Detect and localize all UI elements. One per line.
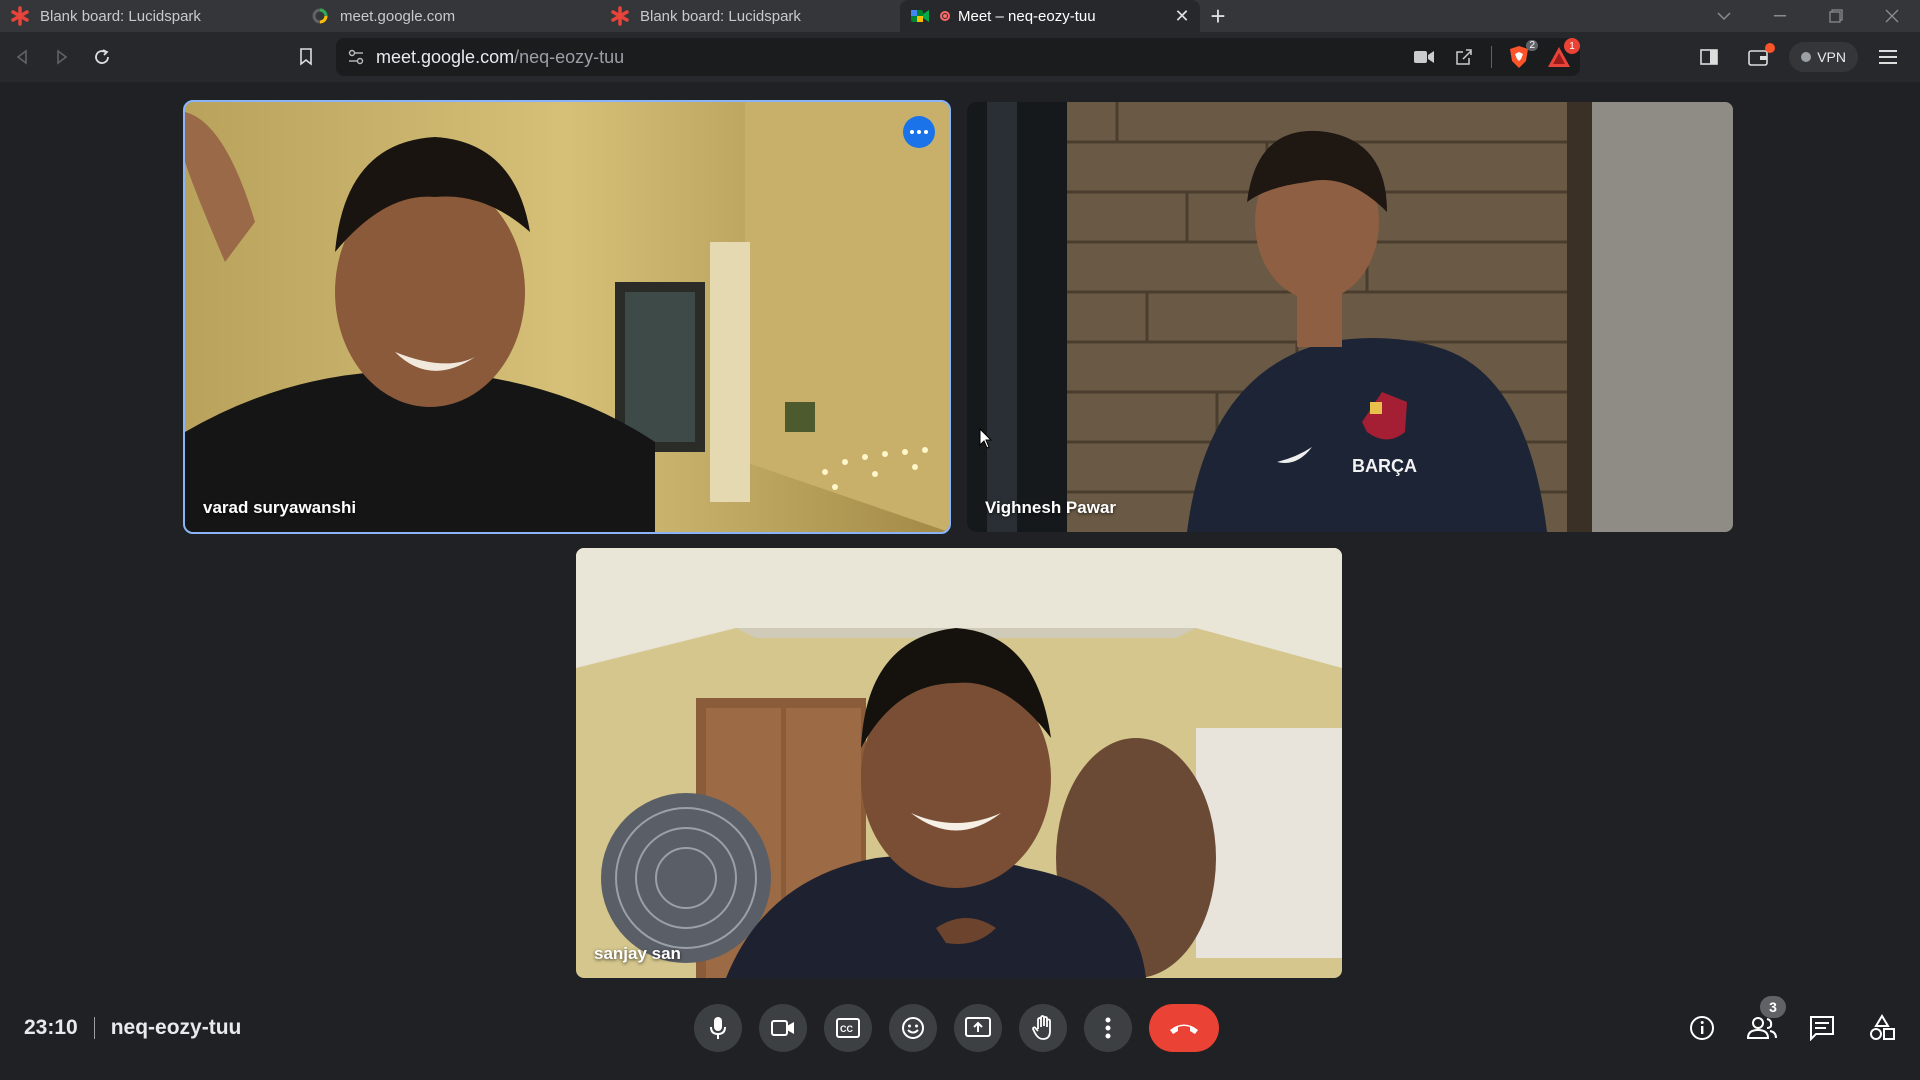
people-icon: [1747, 1017, 1777, 1039]
meeting-stage: varad suryawanshi BARÇA Vighnesh Pawar s…: [0, 82, 1920, 1080]
meeting-code: neq-eozy-tuu: [110, 1016, 242, 1039]
dot-icon: [924, 130, 928, 134]
microphone-button[interactable]: [694, 1004, 742, 1052]
side-controls: 3: [1682, 996, 1902, 1052]
google-meet-icon: [910, 6, 930, 26]
participant-tile-vighnesh[interactable]: BARÇA Vighnesh Pawar: [967, 102, 1733, 532]
tab-meet-active[interactable]: Meet – neq-eozy-tuu ✕: [900, 0, 1200, 32]
browser-toolbar: meet.google.com/neq-eozy-tuu 2 1 VPN: [0, 32, 1920, 82]
people-count-badge: 3: [1760, 996, 1786, 1018]
url-path: /neq-eozy-tuu: [514, 46, 625, 67]
minimize-icon[interactable]: [1752, 0, 1808, 32]
sidebar-icon[interactable]: [1689, 37, 1729, 77]
more-options-button[interactable]: [1084, 1004, 1132, 1052]
camera-icon: [771, 1020, 794, 1036]
hand-icon: [1032, 1015, 1051, 1040]
microphone-icon: [710, 1017, 726, 1039]
activities-icon: [1870, 1014, 1895, 1040]
bookmark-icon[interactable]: [286, 37, 326, 77]
mouse-cursor-icon: [979, 428, 993, 449]
participant-video: BARÇA: [967, 102, 1733, 532]
tab-title: meet.google.com: [340, 7, 456, 25]
participant-tile-sanjay[interactable]: sanjay san: [576, 548, 1342, 978]
svg-text:CC: CC: [840, 1024, 853, 1034]
divider: [1491, 46, 1492, 68]
new-tab-button[interactable]: +: [1200, 0, 1236, 32]
captions-button[interactable]: CC: [824, 1004, 872, 1052]
menu-icon[interactable]: [1868, 37, 1908, 77]
camera-button[interactable]: [759, 1004, 807, 1052]
address-bar[interactable]: meet.google.com/neq-eozy-tuu 2 1: [336, 38, 1580, 76]
dot-icon: [910, 130, 914, 134]
svg-text:BARÇA: BARÇA: [1352, 456, 1417, 476]
tab-meet-loading[interactable]: meet.google.com: [300, 0, 600, 32]
participant-video: [185, 102, 949, 532]
tab-title: Blank board: Lucidspark: [640, 7, 801, 25]
participant-name: Vighnesh Pawar: [985, 498, 1117, 517]
tab-search-chevron-icon[interactable]: [1696, 0, 1752, 32]
emoji-icon: [902, 1017, 924, 1039]
lucidspark-icon: [10, 6, 30, 26]
info-icon: [1690, 1016, 1714, 1040]
camera-in-use-icon[interactable]: [1411, 44, 1437, 70]
lucidspark-icon: [610, 6, 630, 26]
site-settings-icon[interactable]: [336, 49, 376, 65]
meeting-time: 23:10: [24, 1016, 78, 1039]
call-controls: CC: [694, 1004, 1219, 1052]
forward-icon[interactable]: [42, 37, 82, 77]
present-screen-button[interactable]: [954, 1004, 1002, 1052]
rewards-badge: 1: [1564, 38, 1580, 54]
wallet-dot: [1765, 43, 1776, 53]
activities-button[interactable]: [1862, 1004, 1902, 1052]
browser-tab-strip: Blank board: Lucidspark meet.google.com …: [0, 0, 1920, 32]
chat-icon: [1810, 1016, 1834, 1041]
tab-title: Meet – neq-eozy-tuu: [958, 7, 1096, 25]
url-text: meet.google.com/neq-eozy-tuu: [376, 47, 624, 68]
recording-indicator-icon: [940, 11, 950, 21]
toolbar-right: VPN: [1689, 32, 1920, 82]
brave-shields-icon[interactable]: 2: [1506, 40, 1538, 70]
reactions-button[interactable]: [889, 1004, 937, 1052]
share-icon[interactable]: [1451, 44, 1477, 70]
vpn-button[interactable]: VPN: [1789, 42, 1858, 72]
participant-name: varad suryawanshi: [203, 498, 357, 517]
tab-lucidspark-2[interactable]: Blank board: Lucidspark: [600, 0, 900, 32]
dot-icon: [917, 130, 921, 134]
participant-tile-varad[interactable]: varad suryawanshi: [183, 100, 951, 534]
close-tab-icon[interactable]: ✕: [1170, 4, 1194, 28]
brave-rewards-icon[interactable]: 1: [1546, 38, 1580, 70]
meeting-controls-bar: 23:10 neq-eozy-tuu CC 3: [0, 986, 1920, 1080]
tab-title: Blank board: Lucidspark: [40, 7, 201, 25]
loading-icon: [310, 6, 330, 26]
shields-count-badge: 2: [1526, 40, 1538, 51]
reload-icon[interactable]: [82, 37, 122, 77]
chat-button[interactable]: [1802, 1004, 1842, 1052]
window-controls: [1696, 0, 1920, 32]
vpn-label: VPN: [1817, 49, 1846, 65]
restore-icon[interactable]: [1808, 0, 1864, 32]
vpn-status-icon: [1801, 52, 1812, 62]
people-button[interactable]: 3: [1742, 996, 1786, 1052]
address-bar-actions: 2 1: [1411, 38, 1580, 76]
leave-call-button[interactable]: [1149, 1004, 1219, 1052]
raise-hand-button[interactable]: [1019, 1004, 1067, 1052]
meeting-info: 23:10 neq-eozy-tuu: [24, 986, 241, 1070]
more-options-button[interactable]: [903, 116, 935, 148]
participant-video: [576, 548, 1342, 978]
divider: [93, 1017, 95, 1039]
wallet-icon[interactable]: [1739, 37, 1779, 77]
captions-icon: CC: [836, 1018, 860, 1038]
participant-name: sanjay san: [594, 944, 681, 963]
hang-up-icon: [1170, 1024, 1198, 1034]
tab-lucidspark-1[interactable]: Blank board: Lucidspark: [0, 0, 300, 32]
present-screen-icon: [965, 1017, 991, 1037]
url-host: meet.google.com: [376, 46, 515, 67]
back-icon[interactable]: [2, 37, 42, 77]
more-vert-icon: [1105, 1017, 1111, 1039]
meeting-details-button[interactable]: [1682, 1004, 1722, 1052]
close-window-icon[interactable]: [1864, 0, 1920, 32]
